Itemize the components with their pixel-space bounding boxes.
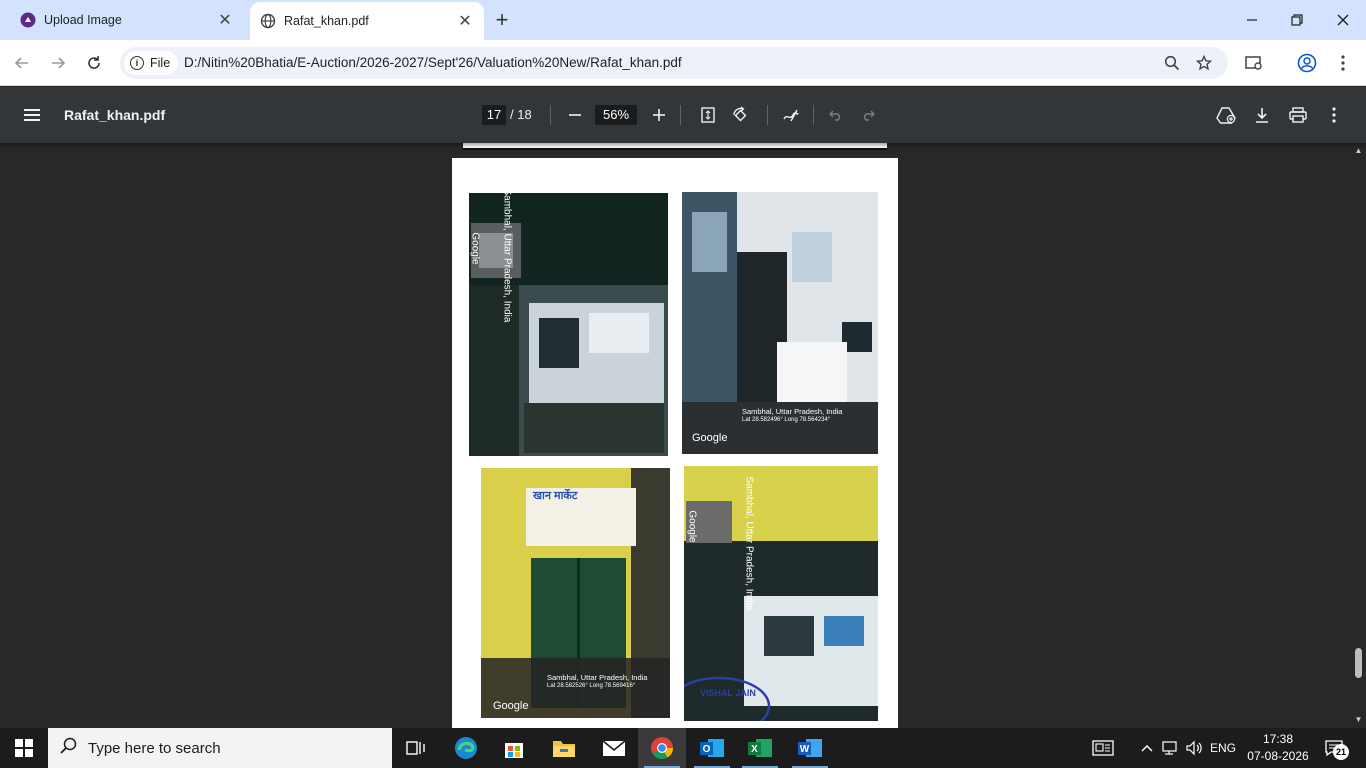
- divider: [550, 105, 551, 125]
- info-icon: i: [130, 56, 144, 70]
- zoom-icon[interactable]: [1160, 51, 1184, 75]
- minimize-button[interactable]: [1240, 8, 1264, 32]
- svg-text:W: W: [800, 744, 810, 755]
- viewer-scrollbar[interactable]: ▲ ▼: [1351, 143, 1366, 728]
- scroll-up-arrow[interactable]: ▲: [1354, 146, 1363, 155]
- restore-button[interactable]: [1285, 8, 1309, 32]
- zoom-in-button[interactable]: [647, 103, 671, 127]
- svg-text:X: X: [751, 744, 758, 755]
- upload-app-icon: [20, 12, 36, 28]
- taskbar: Type here to search O X W ENG 17:38 07-0…: [0, 728, 1366, 768]
- profile-icon[interactable]: [1295, 51, 1319, 75]
- search-icon: [60, 737, 78, 759]
- system-clock[interactable]: 17:38 07-08-2026: [1240, 731, 1316, 765]
- clock-time: 17:38: [1262, 732, 1294, 746]
- divider: [680, 105, 681, 125]
- outlook-icon[interactable]: O: [688, 728, 736, 768]
- browser-toolbar: i File D:/Nitin%20Bhatia/E-Auction/2026-…: [0, 40, 1366, 86]
- word-icon[interactable]: W: [786, 728, 834, 768]
- fit-page-icon[interactable]: [696, 103, 720, 127]
- language-indicator[interactable]: ENG: [1208, 728, 1238, 768]
- windows-start-icon[interactable]: [0, 728, 48, 768]
- close-window-button[interactable]: [1331, 8, 1355, 32]
- clock-date: 07-08-2026: [1247, 749, 1309, 763]
- news-widget-icon[interactable]: [1088, 728, 1118, 768]
- pdf-page: Sambhal, Uttar Pradesh, India Google Sam…: [452, 158, 898, 728]
- download-icon[interactable]: [1250, 103, 1274, 127]
- tab-title: Rafat_khan.pdf: [284, 14, 369, 28]
- rotate-icon[interactable]: [728, 103, 752, 127]
- more-options-icon[interactable]: [1322, 103, 1346, 127]
- tab-search-icon[interactable]: [1242, 51, 1266, 75]
- svg-text:O: O: [703, 744, 711, 755]
- chrome-icon[interactable]: [638, 728, 686, 768]
- notification-count-badge: 21: [1333, 744, 1349, 760]
- annotate-pen-icon[interactable]: [779, 103, 803, 127]
- divider: [767, 105, 768, 125]
- browser-menu-icon[interactable]: [1331, 51, 1355, 75]
- pdf-viewer[interactable]: Sambhal, Uttar Pradesh, India Google Sam…: [0, 143, 1366, 728]
- bookmark-star-icon[interactable]: [1192, 51, 1216, 75]
- tab-rafat-khan-pdf[interactable]: Rafat_khan.pdf ✕: [250, 2, 484, 40]
- google-watermark: Google: [692, 432, 728, 444]
- pdf-toolbar: Rafat_khan.pdf 17 / 18 56%: [0, 87, 1366, 143]
- tab-strip: Upload Image ✕ Rafat_khan.pdf ✕ +: [0, 0, 1366, 40]
- google-watermark: Google: [493, 700, 529, 712]
- scroll-thumb[interactable]: [1355, 648, 1362, 678]
- sidebar-menu-icon[interactable]: [20, 103, 44, 127]
- site-photo-2: Sambhal, Uttar Pradesh, India Lat 28.582…: [682, 192, 878, 454]
- chevron-up-icon[interactable]: [1138, 728, 1156, 768]
- page-total: / 18: [510, 107, 532, 122]
- edge-icon[interactable]: [442, 728, 490, 768]
- back-button[interactable]: [10, 51, 34, 75]
- photo-location-text: Sambhal, Uttar Pradesh, India: [743, 476, 755, 611]
- scheme-label: File: [150, 56, 171, 70]
- redo-icon[interactable]: [856, 103, 880, 127]
- address-bar[interactable]: i File D:/Nitin%20Bhatia/E-Auction/2026-…: [120, 47, 1228, 79]
- valuer-stamp: VISHAL JAIN: [700, 688, 756, 698]
- site-photo-4: Sambhal, Uttar Pradesh, India Google VIS…: [684, 466, 878, 721]
- shop-sign-text: खान मार्केट: [533, 490, 578, 502]
- divider: [813, 105, 814, 125]
- page-number-input[interactable]: 17: [482, 105, 506, 125]
- forward-button[interactable]: [46, 51, 70, 75]
- drive-upload-icon[interactable]: [1214, 103, 1238, 127]
- store-icon[interactable]: [490, 728, 538, 768]
- site-info-chip[interactable]: i File: [124, 51, 179, 75]
- network-icon[interactable]: [1160, 728, 1182, 768]
- previous-page-edge: [463, 143, 887, 150]
- excel-icon[interactable]: X: [736, 728, 784, 768]
- globe-icon: [260, 13, 276, 29]
- print-icon[interactable]: [1286, 103, 1310, 127]
- zoom-out-button[interactable]: [563, 103, 587, 127]
- mail-icon[interactable]: [590, 728, 638, 768]
- photo-location-text: Sambhal, Uttar Pradesh, India: [501, 193, 513, 323]
- new-tab-button[interactable]: +: [490, 7, 514, 32]
- volume-icon[interactable]: [1184, 728, 1206, 768]
- reload-button[interactable]: [82, 51, 106, 75]
- scroll-down-arrow[interactable]: ▼: [1354, 715, 1363, 724]
- pdf-title: Rafat_khan.pdf: [64, 107, 166, 123]
- zoom-level-input[interactable]: 56%: [595, 105, 637, 125]
- taskbar-search-box[interactable]: Type here to search: [48, 728, 392, 768]
- task-view-icon[interactable]: [392, 728, 440, 768]
- search-placeholder: Type here to search: [88, 739, 221, 757]
- photo-location-text: Sambhal, Uttar Pradesh, India: [742, 407, 843, 416]
- undo-icon[interactable]: [824, 103, 848, 127]
- photo-coords-text: Lat 28.582496° Long 78.564234°: [742, 417, 831, 423]
- tab-upload-image[interactable]: Upload Image ✕: [8, 0, 244, 40]
- site-photo-1: Sambhal, Uttar Pradesh, India Google: [469, 193, 668, 456]
- url-text[interactable]: D:/Nitin%20Bhatia/E-Auction/2026-2027/Se…: [184, 55, 682, 70]
- google-watermark: Google: [686, 510, 698, 543]
- close-tab-icon[interactable]: ✕: [216, 11, 234, 29]
- site-photo-3: खान मार्केट Sambhal, Uttar Pradesh, Indi…: [481, 468, 670, 718]
- close-tab-icon[interactable]: ✕: [456, 12, 474, 30]
- photo-coords-text: Lat 28.582526° Long 78.569416°: [547, 683, 636, 689]
- tab-title: Upload Image: [44, 13, 122, 27]
- photo-location-text: Sambhal, Uttar Pradesh, India: [547, 673, 648, 682]
- google-watermark: Google: [469, 232, 481, 265]
- file-explorer-icon[interactable]: [540, 728, 588, 768]
